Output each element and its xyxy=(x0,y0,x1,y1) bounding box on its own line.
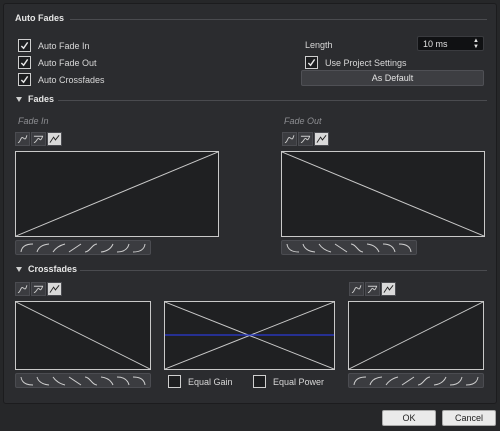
damped-spline-icon[interactable] xyxy=(31,282,46,296)
section-divider xyxy=(70,19,487,20)
equal-gain-label: Equal Gain xyxy=(188,376,233,387)
linear-curve-icon[interactable] xyxy=(381,282,396,296)
length-label: Length xyxy=(305,40,333,50)
curve-preset-icon[interactable] xyxy=(100,243,114,253)
fade-in-graph[interactable] xyxy=(15,151,219,237)
use-project-settings-label: Use Project Settings xyxy=(325,57,407,68)
damped-spline-icon[interactable] xyxy=(31,132,46,146)
spline-curve-icon[interactable] xyxy=(15,132,30,146)
checkbox-checked-icon xyxy=(18,56,31,69)
curve-preset-icon[interactable] xyxy=(398,243,412,253)
equal-power-label: Equal Power xyxy=(273,376,325,387)
equal-gain-checkbox[interactable]: Equal Gain xyxy=(168,375,233,388)
checkbox-unchecked-icon xyxy=(253,375,266,388)
fade-in-curve-presets xyxy=(15,240,151,255)
auto-crossfades-label: Auto Crossfades xyxy=(38,74,105,85)
curve-preset-icon[interactable] xyxy=(286,243,300,253)
curve-preset-icon[interactable] xyxy=(366,243,380,253)
curve-preset-icon[interactable] xyxy=(68,243,82,253)
auto-fade-in-label: Auto Fade In xyxy=(38,40,90,51)
curve-preset-icon[interactable] xyxy=(433,376,447,386)
curve-preset-icon[interactable] xyxy=(382,243,396,253)
equal-power-checkbox[interactable]: Equal Power xyxy=(253,375,324,388)
crossfade-preview-graph[interactable] xyxy=(164,301,335,370)
auto-fade-out-label: Auto Fade Out xyxy=(38,57,97,68)
damped-spline-icon[interactable] xyxy=(298,132,313,146)
crossfades-title: Crossfades xyxy=(28,264,78,274)
section-divider xyxy=(58,100,487,101)
linear-curve-icon[interactable] xyxy=(47,132,62,146)
curve-preset-icon[interactable] xyxy=(353,376,367,386)
checkbox-checked-icon xyxy=(18,73,31,86)
crossfade-in-curve-presets xyxy=(348,373,484,388)
auto-fades-title: Auto Fades xyxy=(15,13,65,23)
fades-collapse-toggle[interactable] xyxy=(16,97,22,102)
fade-out-graph[interactable] xyxy=(281,151,485,237)
damped-spline-icon[interactable] xyxy=(365,282,380,296)
spline-curve-icon[interactable] xyxy=(349,282,364,296)
as-default-button[interactable]: As Default xyxy=(301,70,484,86)
curve-preset-icon[interactable] xyxy=(36,376,50,386)
section-divider xyxy=(80,270,487,271)
curve-preset-icon[interactable] xyxy=(68,376,82,386)
triangle-down-icon xyxy=(16,97,22,102)
curve-preset-icon[interactable] xyxy=(350,243,364,253)
crossfade-out-graph[interactable] xyxy=(15,301,151,370)
curve-preset-icon[interactable] xyxy=(20,243,34,253)
auto-fade-in-checkbox[interactable]: Auto Fade In xyxy=(18,39,90,52)
curve-preset-icon[interactable] xyxy=(385,376,399,386)
curve-preset-icon[interactable] xyxy=(116,376,130,386)
curve-preset-icon[interactable] xyxy=(465,376,479,386)
length-value: 10 ms xyxy=(423,38,448,49)
auto-crossfades-checkbox[interactable]: Auto Crossfades xyxy=(18,73,105,86)
curve-preset-icon[interactable] xyxy=(116,243,130,253)
curve-preset-icon[interactable] xyxy=(132,243,146,253)
curve-preset-icon[interactable] xyxy=(417,376,431,386)
ok-button[interactable]: OK xyxy=(382,410,436,426)
length-dropdown[interactable]: 10 ms ▲ ▼ xyxy=(417,36,484,51)
crossfade-out-curve-presets xyxy=(15,373,151,388)
curve-preset-icon[interactable] xyxy=(401,376,415,386)
linear-curve-icon[interactable] xyxy=(47,282,62,296)
fade-in-label: Fade In xyxy=(18,116,49,126)
curve-preset-icon[interactable] xyxy=(369,376,383,386)
curve-preset-icon[interactable] xyxy=(20,376,34,386)
triangle-down-icon xyxy=(16,267,22,272)
curve-preset-icon[interactable] xyxy=(52,376,66,386)
stepper-arrows-icon[interactable]: ▲ ▼ xyxy=(473,38,479,50)
curve-preset-icon[interactable] xyxy=(84,376,98,386)
auto-fade-out-checkbox[interactable]: Auto Fade Out xyxy=(18,56,97,69)
curve-preset-icon[interactable] xyxy=(449,376,463,386)
curve-preset-icon[interactable] xyxy=(52,243,66,253)
checkbox-checked-icon xyxy=(305,56,318,69)
curve-preset-icon[interactable] xyxy=(100,376,114,386)
crossfade-in-curve-modes xyxy=(349,282,396,296)
curve-preset-icon[interactable] xyxy=(302,243,316,253)
spline-curve-icon[interactable] xyxy=(282,132,297,146)
curve-preset-icon[interactable] xyxy=(36,243,50,253)
fade-out-curve-modes xyxy=(282,132,329,146)
crossfade-in-graph[interactable] xyxy=(348,301,484,370)
curve-preset-icon[interactable] xyxy=(334,243,348,253)
fade-out-label: Fade Out xyxy=(284,116,322,126)
crossfade-out-curve-modes xyxy=(15,282,62,296)
curve-preset-icon[interactable] xyxy=(84,243,98,253)
curve-preset-icon[interactable] xyxy=(318,243,332,253)
spline-curve-icon[interactable] xyxy=(15,282,30,296)
crossfades-collapse-toggle[interactable] xyxy=(16,267,22,272)
use-project-settings-checkbox[interactable]: Use Project Settings xyxy=(305,56,407,69)
checkbox-unchecked-icon xyxy=(168,375,181,388)
linear-curve-icon[interactable] xyxy=(314,132,329,146)
fade-in-curve-modes xyxy=(15,132,62,146)
checkbox-checked-icon xyxy=(18,39,31,52)
cancel-button[interactable]: Cancel xyxy=(442,410,496,426)
fade-out-curve-presets xyxy=(281,240,417,255)
curve-preset-icon[interactable] xyxy=(132,376,146,386)
fades-title: Fades xyxy=(28,94,55,104)
